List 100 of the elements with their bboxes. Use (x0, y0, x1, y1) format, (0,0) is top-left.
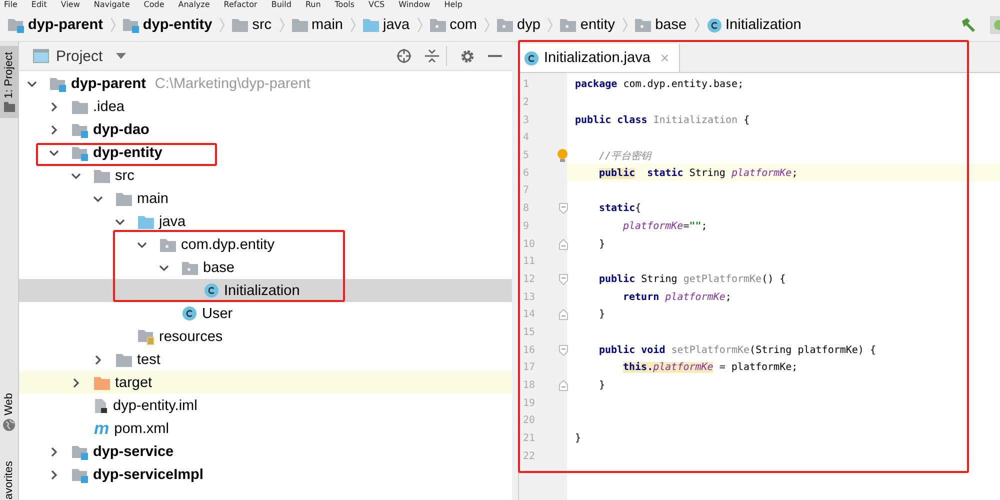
menu-item[interactable]: File (4, 0, 18, 9)
fold-icon[interactable] (559, 274, 568, 285)
tree-row[interactable]: .idea (19, 95, 512, 118)
collapse-all-icon[interactable] (425, 48, 439, 64)
code-line: return platformKe; (623, 292, 732, 303)
line-number: 22 (522, 450, 536, 462)
editor-tab[interactable]: Initialization.java × (519, 44, 680, 72)
tool-window-button[interactable]: avorites (0, 455, 18, 500)
menu-item[interactable]: View (60, 0, 80, 9)
line-number: 5 (522, 150, 530, 162)
chevron-icon (416, 17, 423, 33)
tree-row[interactable]: dyp-parent C:\Marketing\dyp-parent (19, 72, 512, 95)
tree-row[interactable]: User (19, 302, 512, 325)
menu-item[interactable]: Tools (334, 0, 354, 9)
menu-item[interactable]: Help (444, 0, 462, 9)
tree-label: dyp-service (93, 444, 174, 460)
line-number: 9 (522, 220, 530, 232)
tree-label: src (115, 168, 134, 184)
tree-row[interactable]: dyp-entity.iml (19, 394, 512, 417)
line-number: 19 (522, 398, 536, 409)
tree-row[interactable]: test (19, 348, 512, 371)
tree-row[interactable]: Initialization (19, 279, 512, 302)
chevron-icon (694, 17, 700, 33)
tree-label: resources (159, 328, 223, 344)
tree-label: Initialization (224, 282, 300, 298)
tree-row[interactable]: base (19, 256, 512, 279)
fold-icon[interactable] (559, 380, 568, 392)
breadcrumb[interactable]: Initialization (704, 17, 804, 33)
tree-row[interactable]: m pom.xml (19, 417, 512, 440)
panel-title[interactable]: Project (56, 48, 103, 64)
lightbulb-icon[interactable] (557, 149, 568, 162)
breadcrumb[interactable]: dyp-entity (120, 17, 214, 33)
line-number: 4 (522, 132, 530, 144)
tree-row[interactable]: main (19, 187, 512, 210)
code-line: static{ (599, 203, 642, 214)
dropdown-caret-icon[interactable] (116, 53, 126, 59)
breadcrumb[interactable]: dyp-parent (6, 17, 105, 33)
tree-row[interactable]: dyp-entity (19, 141, 512, 164)
menu-item[interactable]: Analyze (178, 0, 210, 9)
menu-item[interactable]: Navigate (94, 0, 130, 9)
tool-window-button[interactable]: 1: Project (0, 46, 18, 118)
fold-icon[interactable] (559, 238, 568, 250)
package-icon (497, 18, 513, 32)
module-folder-icon (72, 444, 88, 460)
line-number: 14 (522, 309, 536, 320)
minimize-icon[interactable] (488, 54, 502, 58)
tree-label: main (137, 190, 168, 206)
file-icon (94, 398, 108, 414)
code-line: public class Initialization { (575, 114, 750, 126)
chevron-icon (547, 17, 554, 33)
folder-icon (138, 214, 154, 228)
fold-icon[interactable] (559, 203, 568, 214)
line-number: 11 (522, 256, 536, 268)
breadcrumb[interactable]: com (428, 17, 479, 33)
class-icon (524, 50, 539, 66)
tree-row[interactable]: dyp-service (19, 440, 512, 463)
menu-item[interactable]: Run (305, 0, 321, 9)
tool-window-button[interactable]: Web (0, 387, 18, 438)
class-icon (182, 306, 197, 321)
tree-row[interactable]: src (19, 164, 512, 187)
locate-icon[interactable] (396, 48, 412, 64)
fold-icon[interactable] (559, 309, 568, 320)
tree-label: dyp-entity.iml (113, 398, 198, 414)
tree-label: dyp-serviceImpl (93, 466, 204, 482)
menu-item[interactable]: Build (271, 0, 292, 9)
line-number: 13 (522, 292, 536, 303)
tree-row[interactable]: dyp-serviceImpl (19, 463, 512, 486)
maven-icon: m (94, 420, 110, 436)
tree-row[interactable]: java (19, 210, 512, 233)
line-number: 17 (522, 362, 536, 374)
folder-icon (4, 102, 14, 112)
menu-item[interactable]: Edit (31, 0, 47, 9)
hammer-icon[interactable] (960, 17, 976, 33)
tree-row[interactable]: target (19, 371, 512, 394)
settings-icon[interactable] (460, 48, 475, 64)
package-icon (560, 18, 576, 32)
menu-item[interactable]: VCS (368, 0, 385, 9)
menu-item[interactable]: Code (144, 0, 164, 9)
code-line: } (599, 238, 606, 250)
tree-label: java (159, 214, 186, 230)
breadcrumb[interactable]: java (360, 17, 412, 33)
menu-item[interactable]: Refactor (224, 0, 258, 9)
folder-icon (116, 192, 132, 206)
menu-item[interactable]: Window (398, 0, 430, 9)
breadcrumb[interactable]: base (633, 17, 689, 33)
tree-row[interactable]: com.dyp.entity (19, 233, 512, 256)
tree-label: dyp-parent (71, 76, 146, 92)
breadcrumb[interactable]: src (230, 17, 274, 33)
chevron-icon (110, 17, 116, 33)
class-icon (204, 283, 219, 298)
breadcrumb[interactable]: dyp (495, 17, 542, 33)
tree-row[interactable]: resources (19, 325, 512, 348)
chevron-icon (278, 17, 285, 33)
chevron-icon (484, 17, 490, 33)
fold-icon[interactable] (559, 344, 568, 356)
chevron-icon (622, 17, 628, 33)
breadcrumb[interactable]: entity (558, 17, 618, 33)
breadcrumb[interactable]: main (290, 17, 345, 33)
line-number: 18 (522, 380, 536, 392)
tree-row[interactable]: dyp-dao (19, 118, 512, 141)
